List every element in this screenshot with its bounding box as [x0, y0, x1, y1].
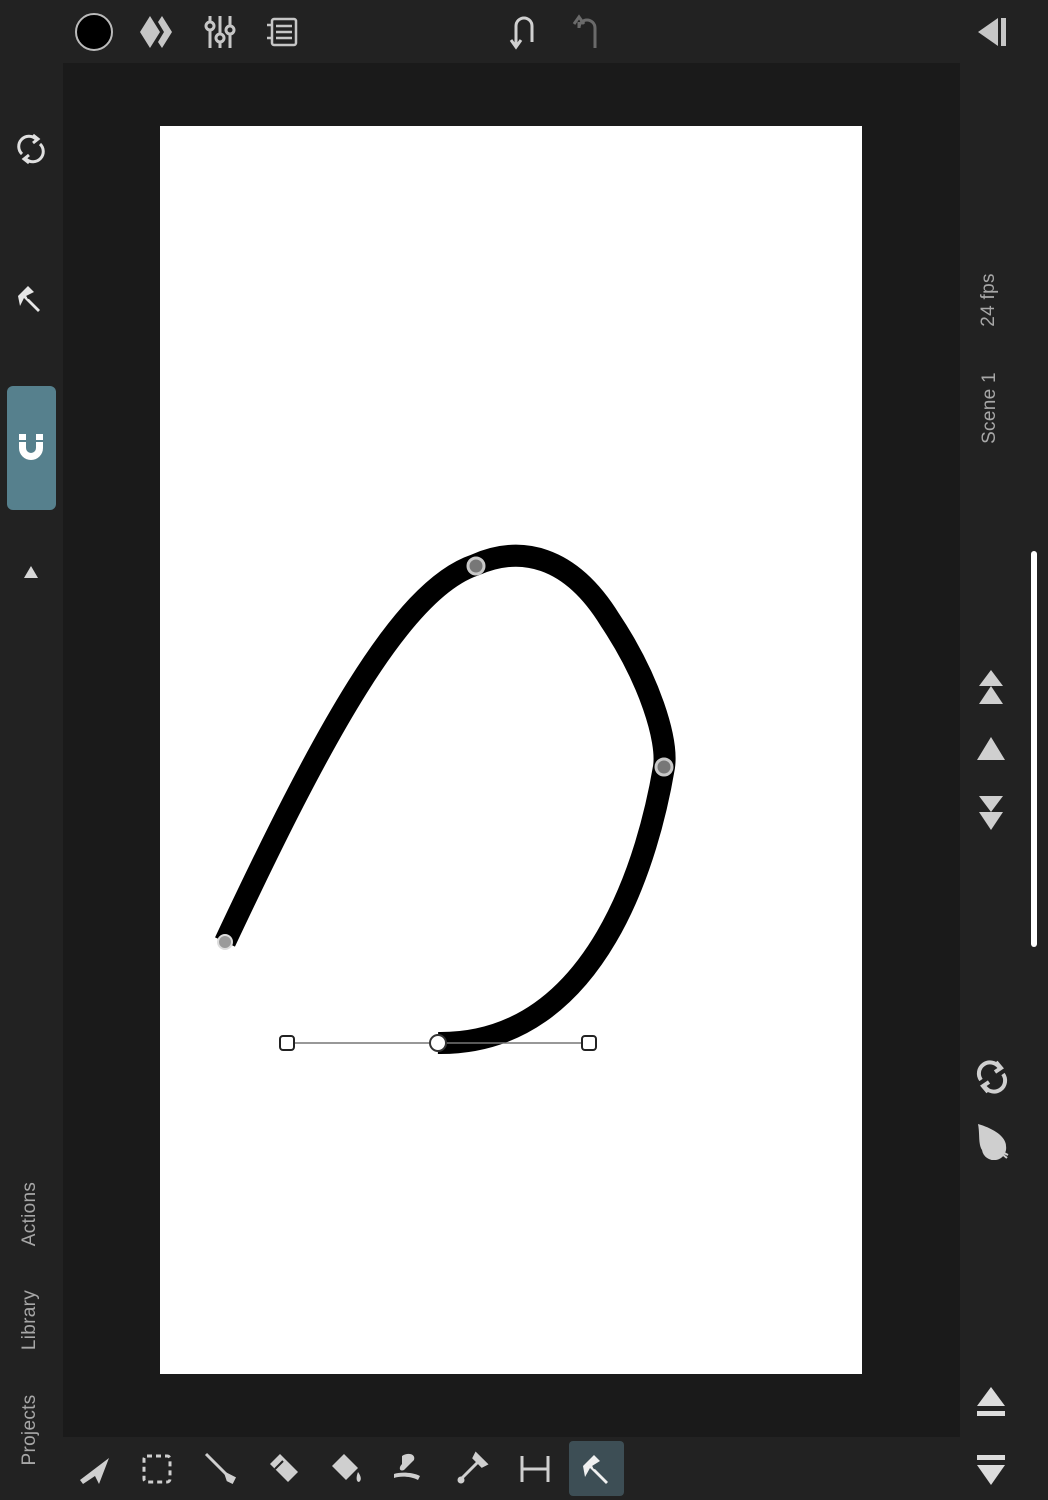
smudge-icon[interactable]	[390, 1450, 426, 1486]
move-up-icon[interactable]	[974, 734, 1008, 764]
scene-label[interactable]: Scene 1	[979, 363, 1003, 453]
fill-bucket-icon[interactable]	[328, 1450, 364, 1486]
eyedropper-icon[interactable]	[454, 1450, 490, 1486]
brush-icon[interactable]	[202, 1450, 238, 1486]
move-to-bottom-icon[interactable]	[974, 794, 1008, 832]
sliders-icon[interactable]	[203, 12, 237, 52]
redo-icon[interactable]	[571, 12, 603, 52]
magnet-icon	[16, 432, 46, 464]
pen-nib-icon[interactable]	[14, 282, 48, 316]
marquee-select-icon[interactable]	[140, 1452, 174, 1486]
library-tab[interactable]: Library	[19, 1275, 43, 1365]
fps-label[interactable]: 24 fps	[978, 260, 1002, 340]
refresh-icon[interactable]	[14, 132, 48, 166]
triangle-up-icon[interactable]	[20, 562, 42, 582]
loop-icon[interactable]	[974, 1058, 1010, 1096]
eject-down-icon[interactable]	[974, 1452, 1008, 1488]
collapse-panel-icon[interactable]	[974, 14, 1010, 50]
actions-tab[interactable]: Actions	[19, 1169, 43, 1259]
eject-up-icon[interactable]	[974, 1384, 1008, 1420]
color-swatch-icon[interactable]	[74, 12, 114, 52]
move-to-top-icon[interactable]	[974, 668, 1008, 706]
onion-skin-icon[interactable]	[974, 1120, 1010, 1160]
pen-tool-icon[interactable]	[578, 1450, 616, 1488]
projects-tab[interactable]: Projects	[19, 1381, 43, 1479]
timeline-scrollbar[interactable]	[1031, 551, 1037, 947]
select-arrow-icon[interactable]	[77, 1452, 113, 1486]
eraser-icon[interactable]	[266, 1450, 302, 1486]
layers-stack-icon[interactable]	[264, 14, 300, 50]
drawing-canvas[interactable]	[160, 126, 862, 1374]
keyframe-diamond-icon[interactable]	[138, 14, 176, 50]
undo-icon[interactable]	[508, 12, 540, 52]
ruler-icon[interactable]	[516, 1452, 552, 1486]
